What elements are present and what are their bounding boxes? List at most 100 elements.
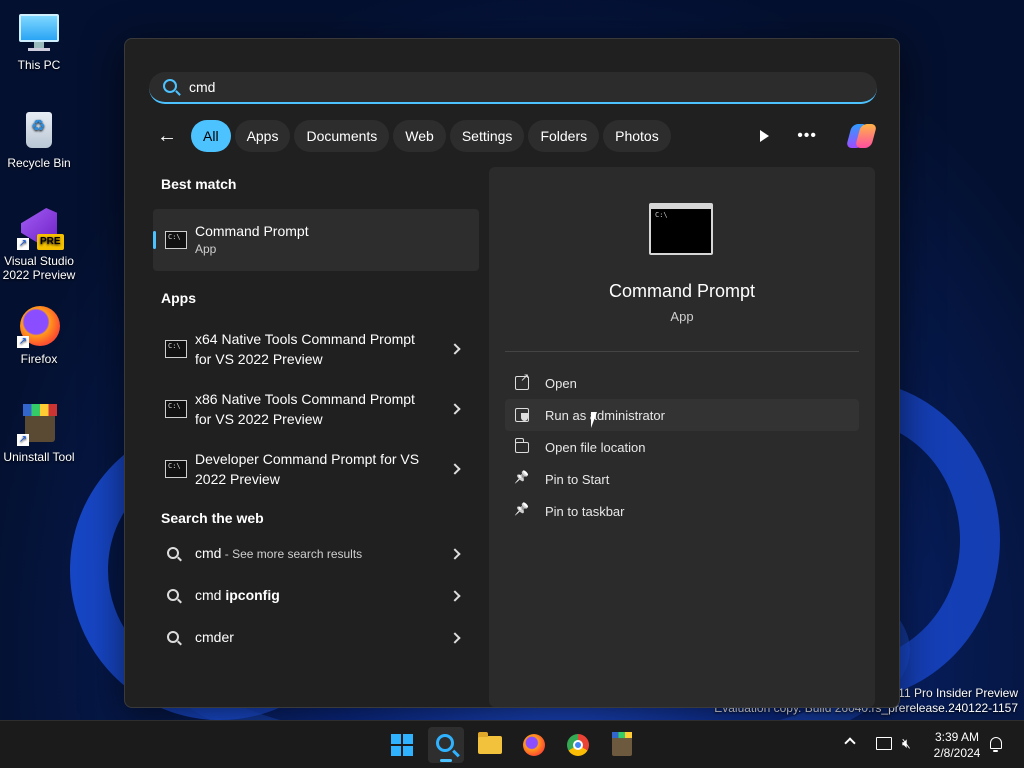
chevron-right-icon[interactable] (449, 343, 461, 355)
chevron-right-icon[interactable] (449, 403, 461, 415)
filter-chip-photos[interactable]: Photos (603, 120, 671, 152)
web-query: cmd - See more search results (195, 545, 363, 561)
action-label: Open file location (545, 439, 646, 455)
web-query: cmder (195, 629, 234, 645)
search-web-heading: Search the web (161, 510, 264, 526)
file-explorer-icon (478, 732, 502, 754)
divider (505, 351, 859, 352)
app-result-item[interactable]: Developer Command Prompt for VS 2022 Pre… (153, 439, 479, 499)
copilot-icon[interactable] (845, 122, 878, 150)
detail-subtitle: App (670, 309, 694, 324)
taskbar-chrome[interactable] (560, 727, 596, 763)
network-icon[interactable] (876, 737, 892, 750)
chevron-right-icon[interactable] (449, 590, 461, 602)
command-prompt-large-icon (649, 203, 713, 255)
app-result-item[interactable]: x86 Native Tools Command Prompt for VS 2… (153, 379, 479, 439)
filter-chip-documents[interactable]: Documents (294, 120, 390, 152)
play-more-filters-icon[interactable] (760, 130, 770, 142)
app-result-title: x86 Native Tools Command Prompt for VS 2… (195, 391, 415, 427)
command-prompt-icon (165, 460, 187, 478)
chevron-right-icon[interactable] (449, 632, 461, 644)
filter-chip-all[interactable]: All (191, 120, 231, 152)
filter-chip-settings[interactable]: Settings (449, 120, 525, 152)
search-panel: ← All Apps Documents Web Settings Folder… (124, 38, 900, 708)
filter-chip-web[interactable]: Web (393, 120, 446, 152)
chevron-right-icon[interactable] (449, 463, 461, 475)
chevron-right-icon[interactable] (449, 548, 461, 560)
desktop-icon-firefox[interactable]: ↗ Firefox (0, 304, 78, 366)
results-list: Best match Command Prompt App Apps x64 N… (149, 169, 479, 659)
back-arrow-icon[interactable]: ← (149, 120, 185, 152)
taskbar-search-button[interactable] (428, 727, 464, 763)
clock[interactable]: 3:39 AM 2/8/2024 (926, 729, 988, 761)
action-label: Pin to Start (545, 471, 610, 487)
folder-icon (514, 438, 529, 453)
search-icon (163, 79, 177, 93)
best-match-item[interactable]: Command Prompt App (153, 209, 479, 271)
detail-title: Command Prompt (608, 281, 756, 301)
web-result-item[interactable]: cmd ipconfig (153, 575, 479, 617)
command-prompt-icon (165, 400, 187, 418)
action-label: Open (545, 375, 577, 391)
app-result-item[interactable]: x64 Native Tools Command Prompt for VS 2… (153, 319, 479, 379)
apps-heading: Apps (161, 290, 196, 306)
show-hidden-icons-chevron-icon[interactable] (844, 737, 856, 749)
shortcut-arrow-icon: ↗ (17, 434, 29, 446)
best-match-title: Command Prompt (195, 223, 309, 239)
filter-chip-folders[interactable]: Folders (528, 120, 600, 152)
visual-studio-icon: PRE ↗ (17, 206, 64, 250)
filter-chips: ← All Apps Documents Web Settings Folder… (149, 119, 671, 153)
desktop-icon-label: This PC (17, 58, 61, 72)
firefox-icon: ↗ (17, 304, 61, 348)
notifications-bell-icon[interactable] (990, 737, 1002, 752)
command-prompt-icon (165, 340, 187, 358)
run-as-admin-icon (515, 408, 529, 422)
web-result-item[interactable]: cmd - See more search results (153, 533, 479, 575)
desktop-icon-label: Firefox (20, 352, 58, 366)
search-icon (167, 547, 179, 559)
selection-indicator (153, 231, 156, 249)
filter-chip-apps[interactable]: Apps (234, 120, 291, 152)
recycle-bin-icon (17, 108, 61, 152)
desktop-icon-uninstall-tool[interactable]: ↗ Uninstall Tool (0, 402, 78, 464)
web-result-item[interactable]: cmder (153, 617, 479, 659)
search-icon (436, 734, 454, 752)
desktop-icon-label: Uninstall Tool (3, 450, 75, 464)
desktop-icon-this-pc[interactable]: This PC (0, 10, 78, 72)
detail-pane: Command Prompt App Open Run as administr… (489, 167, 875, 707)
action-label: Pin to taskbar (545, 503, 625, 519)
best-match-type: App (195, 242, 217, 256)
pin-icon (515, 472, 529, 486)
action-pin-to-start[interactable]: Pin to Start (505, 463, 859, 495)
firefox-icon (523, 734, 545, 756)
search-toolbar-right: ••• (760, 119, 878, 153)
desktop-icon-visual-studio[interactable]: PRE ↗ Visual Studio 2022 Preview (0, 206, 78, 282)
shortcut-arrow-icon: ↗ (17, 238, 29, 250)
volume-muted-icon[interactable]: 🔇︎ (902, 735, 911, 752)
desktop-icon-recycle-bin[interactable]: Recycle Bin (0, 108, 78, 170)
search-icon (167, 589, 179, 601)
more-options-icon[interactable]: ••• (797, 127, 817, 145)
action-open[interactable]: Open (505, 367, 859, 399)
app-result-title: Developer Command Prompt for VS 2022 Pre… (195, 451, 420, 487)
pre-badge: PRE (37, 234, 64, 250)
desktop-icon-label: Visual Studio 2022 Preview (2, 254, 76, 282)
search-box[interactable] (149, 72, 877, 104)
action-run-as-admin[interactable]: Run as administrator (505, 399, 859, 431)
uninstall-tool-icon: ↗ (17, 402, 61, 446)
taskbar-firefox[interactable] (516, 727, 552, 763)
start-button[interactable] (384, 727, 420, 763)
action-label: Run as administrator (545, 407, 665, 423)
action-pin-to-taskbar[interactable]: Pin to taskbar (505, 495, 859, 527)
action-open-file-location[interactable]: Open file location (505, 431, 859, 463)
search-icon (167, 631, 179, 643)
taskbar-file-explorer[interactable] (472, 727, 508, 763)
clock-time: 3:39 AM (934, 730, 980, 744)
command-prompt-icon (165, 231, 187, 249)
best-match-heading: Best match (161, 176, 237, 192)
clock-date: 2/8/2024 (933, 746, 981, 760)
search-input[interactable] (189, 76, 839, 98)
app-result-title: x64 Native Tools Command Prompt for VS 2… (195, 331, 415, 367)
windows-logo-icon (391, 734, 413, 756)
taskbar-uninstall-tool[interactable] (604, 727, 640, 763)
